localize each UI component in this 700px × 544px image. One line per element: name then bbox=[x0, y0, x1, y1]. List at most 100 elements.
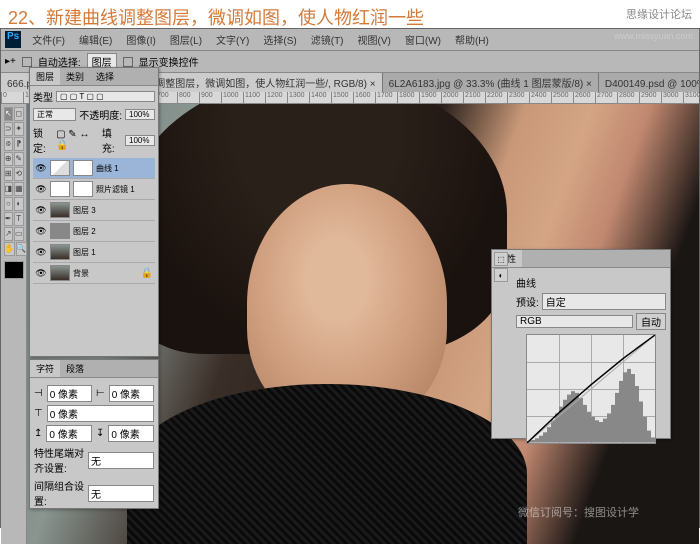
tab-layers[interactable]: 图层 bbox=[30, 68, 60, 85]
properties-panel[interactable]: 属性 ⬚ ◐ 曲线 预设: 自定 RGB 自动 bbox=[491, 249, 671, 439]
space-before-icon: ↥ bbox=[34, 428, 42, 439]
layer-row[interactable]: 👁照片滤镜 1 bbox=[33, 179, 155, 200]
menu-image[interactable]: 图像(I) bbox=[123, 31, 158, 48]
move-tool[interactable]: ↖ bbox=[4, 107, 14, 121]
preset-label: 预设: bbox=[516, 294, 539, 309]
heal-tool[interactable]: ⊕ bbox=[4, 152, 14, 166]
auto-button[interactable]: 自动 bbox=[636, 313, 666, 330]
menu-layer[interactable]: 图层(L) bbox=[167, 31, 205, 48]
character-panel[interactable]: 字符 段落 ⊣0 像素⊢0 像素 ⊤0 像素 ↥0 像素↧0 像素 特性尾端对齐… bbox=[29, 359, 159, 509]
layers-panel[interactable]: 图层 类别 选择 类型 ▢ ▢ T ▢ ▢ 正常 不透明度: 100% 锁定: … bbox=[29, 67, 159, 357]
tab-character[interactable]: 字符 bbox=[30, 360, 60, 377]
tab-paths[interactable]: 选择 bbox=[90, 68, 120, 85]
foreground-color[interactable] bbox=[4, 261, 24, 279]
hand-tool[interactable]: ✋ bbox=[4, 242, 15, 256]
layer-row[interactable]: 👁 图层 3 bbox=[33, 200, 155, 221]
mask-thumb bbox=[73, 181, 93, 197]
adjustment-type: 曲线 bbox=[516, 275, 536, 290]
spacing-label: 间隔组合设置: bbox=[34, 478, 84, 508]
menu-help[interactable]: 帮助(H) bbox=[452, 31, 492, 48]
fill-label: 填充: bbox=[102, 125, 122, 155]
layer-thumb bbox=[50, 265, 70, 281]
ps-logo: Ps bbox=[5, 31, 21, 48]
first-line[interactable]: 0 像素 bbox=[47, 405, 154, 422]
lock-label: 锁定: bbox=[33, 125, 53, 155]
curve-line[interactable] bbox=[527, 335, 655, 443]
type-tool[interactable]: T bbox=[14, 212, 24, 226]
opacity-value[interactable]: 100% bbox=[125, 109, 155, 120]
watermark-url: www.missyuan.com bbox=[614, 31, 693, 41]
wand-tool[interactable]: ✦ bbox=[14, 122, 24, 136]
indent-left[interactable]: 0 像素 bbox=[47, 385, 92, 402]
visibility-icon[interactable]: 👁 bbox=[35, 267, 47, 279]
lock-icons[interactable]: ▢ ✎ ↔ 🔒 bbox=[56, 129, 99, 151]
show-transform-checkbox[interactable] bbox=[123, 57, 133, 67]
gradient-tool[interactable]: ▦ bbox=[14, 182, 24, 196]
shape-tool[interactable]: ▭ bbox=[14, 227, 24, 241]
channel-select[interactable]: RGB bbox=[516, 315, 633, 328]
layer-row[interactable]: 👁 图层 2 bbox=[33, 221, 155, 242]
visibility-icon[interactable]: 👁 bbox=[35, 162, 47, 174]
stamp-tool[interactable]: ⊞ bbox=[4, 167, 14, 181]
blur-tool[interactable]: ○ bbox=[4, 197, 14, 211]
layer-row[interactable]: 👁背景🔒 bbox=[33, 263, 155, 284]
doc-tab-2[interactable]: 6L2A6183.jpg @ 33.3% (曲线 1 图层蒙版/8) × bbox=[383, 73, 599, 92]
marquee-tool[interactable]: ◻ bbox=[14, 107, 24, 121]
menu-filter[interactable]: 滤镜(T) bbox=[308, 31, 347, 48]
space-before[interactable]: 0 像素 bbox=[46, 425, 92, 442]
menu-select[interactable]: 选择(S) bbox=[260, 31, 299, 48]
layer-kind-label: 类型 bbox=[33, 89, 53, 104]
pen-tool[interactable]: ✒ bbox=[4, 212, 14, 226]
menu-file[interactable]: 文件(F) bbox=[29, 31, 68, 48]
curves-graph[interactable] bbox=[526, 334, 656, 444]
layer-thumb bbox=[50, 160, 70, 176]
layer-name: 曲线 1 bbox=[96, 163, 153, 174]
layer-thumb bbox=[50, 181, 70, 197]
tutorial-step-title: 22、新建曲线调整图层，微调如图，使人物红润一些 bbox=[8, 4, 424, 30]
visibility-icon[interactable]: 👁 bbox=[35, 183, 47, 195]
tab-paragraph[interactable]: 段落 bbox=[60, 360, 90, 377]
visibility-icon[interactable]: 👁 bbox=[35, 246, 47, 258]
brush-tool[interactable]: ✎ bbox=[14, 152, 24, 166]
auto-select-checkbox[interactable] bbox=[22, 57, 32, 67]
layer-name: 图层 2 bbox=[73, 226, 153, 237]
layer-row[interactable]: 👁 图层 1 bbox=[33, 242, 155, 263]
path-tool[interactable]: ↗ bbox=[4, 227, 13, 241]
layer-filter[interactable]: ▢ ▢ T ▢ ▢ bbox=[56, 91, 155, 102]
lasso-tool[interactable]: ⊃ bbox=[4, 122, 14, 136]
layer-name: 图层 1 bbox=[73, 247, 153, 258]
opacity-label: 不透明度: bbox=[79, 107, 122, 122]
doc-tab-3[interactable]: D400149.psd @ 100% (矩形 2 副本, RGB/8) × bbox=[599, 73, 699, 92]
fill-value[interactable]: 100% bbox=[125, 135, 155, 146]
crop-tool[interactable]: ⟃ bbox=[4, 137, 14, 151]
layer-thumb bbox=[50, 244, 70, 260]
menu-type[interactable]: 文字(Y) bbox=[213, 31, 252, 48]
first-line-icon: ⊤ bbox=[34, 408, 43, 419]
history-brush-tool[interactable]: ⟲ bbox=[14, 167, 24, 181]
menu-window[interactable]: 窗口(W) bbox=[402, 31, 444, 48]
space-after[interactable]: 0 像素 bbox=[108, 425, 154, 442]
menu-view[interactable]: 视图(V) bbox=[355, 31, 394, 48]
toolbox: ↖◻ ⊃✦ ⟃⁋ ⊕✎ ⊞⟲ ◨▦ ○◐ ✒T ↗▭ ✋🔍 bbox=[1, 104, 27, 544]
indent-right[interactable]: 0 像素 bbox=[109, 385, 154, 402]
watermark-forum: 思缘设计论坛 bbox=[626, 6, 692, 22]
visibility-icon[interactable]: 👁 bbox=[35, 225, 47, 237]
layer-name: 图层 3 bbox=[73, 205, 153, 216]
eyedropper-tool[interactable]: ⁋ bbox=[14, 137, 24, 151]
justify-value[interactable]: 无 bbox=[88, 452, 154, 469]
dodge-tool[interactable]: ◐ bbox=[14, 197, 24, 211]
blend-mode-select[interactable]: 正常 bbox=[33, 108, 76, 121]
zoom-tool[interactable]: 🔍 bbox=[16, 242, 27, 256]
layer-name: 背景 bbox=[73, 268, 138, 279]
tab-channels[interactable]: 类别 bbox=[60, 68, 90, 85]
spacing-value[interactable]: 无 bbox=[88, 485, 154, 502]
indent-right-icon: ⊢ bbox=[96, 388, 105, 399]
visibility-icon[interactable]: 👁 bbox=[35, 204, 47, 216]
eraser-tool[interactable]: ◨ bbox=[4, 182, 14, 196]
layer-thumb bbox=[50, 223, 70, 239]
menu-edit[interactable]: 编辑(E) bbox=[76, 31, 115, 48]
mask-icon: ◐ bbox=[494, 268, 508, 282]
preset-select[interactable]: 自定 bbox=[542, 293, 666, 310]
layer-row[interactable]: 👁 曲线 1 bbox=[33, 158, 155, 179]
indent-left-icon: ⊣ bbox=[34, 388, 43, 399]
